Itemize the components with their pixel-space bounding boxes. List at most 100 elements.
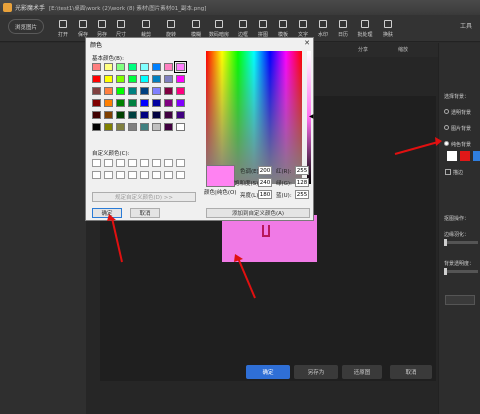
basic-color-swatch[interactable]	[116, 87, 125, 95]
toolbar-watermark[interactable]: 水印	[315, 17, 331, 41]
basic-color-swatch[interactable]	[140, 75, 149, 83]
swatch-red[interactable]	[460, 151, 470, 161]
custom-color-slot[interactable]	[92, 171, 101, 179]
basic-color-swatch[interactable]	[92, 99, 101, 107]
toolbar-tools[interactable]: 工具	[460, 21, 472, 30]
basic-color-swatch[interactable]	[140, 87, 149, 95]
blue-input[interactable]: 255	[295, 190, 309, 199]
basic-color-swatch[interactable]	[104, 123, 113, 131]
basic-color-swatch[interactable]	[152, 75, 161, 83]
basic-color-swatch[interactable]	[92, 123, 101, 131]
custom-color-slot[interactable]	[152, 159, 161, 167]
toolbar-batch[interactable]: 批处理	[357, 17, 373, 41]
basic-color-swatch[interactable]	[128, 99, 137, 107]
swatch-blue[interactable]	[473, 151, 480, 161]
custom-color-slot[interactable]	[104, 159, 113, 167]
custom-color-slot[interactable]	[176, 171, 185, 179]
basic-color-swatch[interactable]	[152, 63, 161, 71]
opacity-slider-knob[interactable]	[444, 268, 447, 275]
basic-color-swatch[interactable]	[164, 111, 173, 119]
luminance-arrow-icon[interactable]: ◀	[309, 113, 314, 120]
custom-color-slot[interactable]	[164, 159, 173, 167]
basic-color-swatch[interactable]	[140, 123, 149, 131]
basic-color-swatch[interactable]	[104, 75, 113, 83]
basic-color-swatch[interactable]	[104, 87, 113, 95]
custom-color-slot[interactable]	[152, 171, 161, 179]
custom-color-slot[interactable]	[128, 171, 137, 179]
toolbar-skin[interactable]: 换肤	[380, 17, 396, 41]
basic-color-swatch[interactable]	[140, 111, 149, 119]
custom-color-slot[interactable]	[140, 159, 149, 167]
define-custom-colors-button[interactable]: 规定自定义颜色(D) >>	[92, 192, 196, 202]
dialog-cancel-button[interactable]: 取消	[130, 208, 160, 218]
custom-color-slot[interactable]	[176, 159, 185, 167]
custom-color-slot[interactable]	[164, 171, 173, 179]
toolbar-calendar[interactable]: 日历	[335, 17, 351, 41]
luminance-input[interactable]: 180	[258, 190, 272, 199]
basic-color-swatch[interactable]	[92, 111, 101, 119]
basic-color-swatch[interactable]	[104, 63, 113, 71]
basic-color-swatch[interactable]	[176, 123, 185, 131]
custom-color-slot[interactable]	[140, 171, 149, 179]
basic-color-swatch[interactable]	[92, 63, 101, 71]
swatch-white[interactable]	[447, 151, 457, 161]
basic-color-swatch[interactable]	[174, 61, 187, 73]
basic-color-swatch[interactable]	[176, 111, 185, 119]
custom-color-slot[interactable]	[116, 159, 125, 167]
dialog-ok-button[interactable]: 确定	[92, 208, 122, 218]
feather-slider[interactable]	[444, 239, 478, 246]
solid-bg-radio[interactable]	[444, 141, 449, 146]
custom-color-slot[interactable]	[128, 159, 137, 167]
feather-slider-knob[interactable]	[444, 239, 447, 246]
basic-color-swatch[interactable]	[152, 111, 161, 119]
basic-color-swatch[interactable]	[164, 63, 173, 71]
basic-color-swatch[interactable]	[128, 63, 137, 71]
browse-images-button[interactable]: 浏览图片	[8, 19, 44, 34]
basic-color-swatch[interactable]	[164, 123, 173, 131]
basic-color-swatch[interactable]	[164, 87, 173, 95]
brush-button[interactable]	[445, 295, 475, 305]
basic-color-swatch[interactable]	[116, 123, 125, 131]
basic-color-swatch[interactable]	[128, 87, 137, 95]
restore-image-button[interactable]: 还原图	[342, 365, 382, 379]
basic-color-swatch[interactable]	[140, 99, 149, 107]
toolbar-open[interactable]: 打开	[55, 17, 71, 41]
basic-color-swatch[interactable]	[116, 63, 125, 71]
basic-color-swatch[interactable]	[92, 75, 101, 83]
hue-input[interactable]: 200	[258, 166, 272, 175]
edge-checkbox[interactable]	[445, 169, 451, 175]
basic-color-swatch[interactable]	[140, 63, 149, 71]
cancel-button[interactable]: 取消	[390, 365, 432, 379]
save-as-button[interactable]: 另存为	[294, 365, 338, 379]
basic-color-swatch[interactable]	[116, 75, 125, 83]
red-input[interactable]: 255	[295, 166, 309, 175]
share-button[interactable]: 分享	[358, 46, 368, 53]
close-icon[interactable]: ✕	[304, 39, 310, 47]
basic-color-swatch[interactable]	[92, 87, 101, 95]
custom-color-slot[interactable]	[116, 171, 125, 179]
confirm-button[interactable]: 确定	[246, 365, 290, 379]
basic-color-swatch[interactable]	[164, 75, 173, 83]
basic-color-swatch[interactable]	[128, 75, 137, 83]
custom-color-slot[interactable]	[104, 171, 113, 179]
basic-color-swatch[interactable]	[152, 123, 161, 131]
zoom-button[interactable]: 缩放	[398, 46, 408, 53]
basic-color-swatch[interactable]	[128, 123, 137, 131]
basic-color-swatch[interactable]	[116, 111, 125, 119]
opacity-slider[interactable]	[444, 268, 478, 275]
image-bg-radio[interactable]	[444, 125, 449, 130]
basic-color-swatch[interactable]	[104, 111, 113, 119]
basic-color-swatch[interactable]	[116, 99, 125, 107]
custom-color-slot[interactable]	[92, 159, 101, 167]
saturation-input[interactable]: 240	[258, 178, 272, 187]
basic-color-swatch[interactable]	[152, 99, 161, 107]
basic-color-swatch[interactable]	[152, 87, 161, 95]
add-to-custom-colors-button[interactable]: 添加到自定义颜色(A)	[206, 208, 310, 218]
basic-color-swatch[interactable]	[176, 99, 185, 107]
basic-color-swatch[interactable]	[164, 99, 173, 107]
basic-color-swatch[interactable]	[176, 87, 185, 95]
green-input[interactable]: 128	[295, 178, 309, 187]
transparent-bg-radio[interactable]	[444, 109, 449, 114]
basic-color-swatch[interactable]	[176, 75, 185, 83]
basic-color-swatch[interactable]	[104, 99, 113, 107]
